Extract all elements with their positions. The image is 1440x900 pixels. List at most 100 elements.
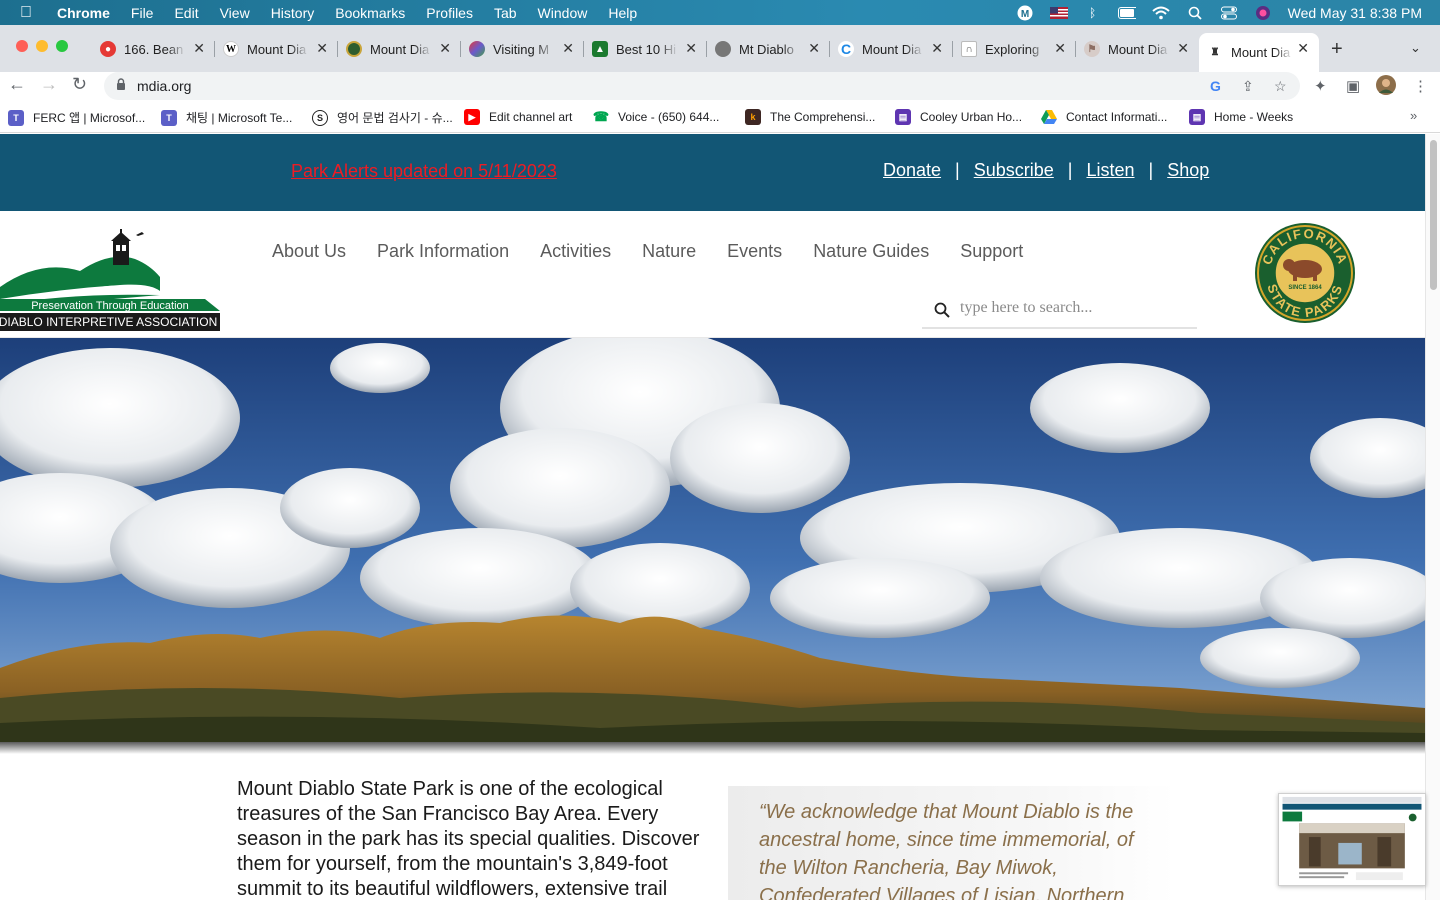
- close-icon[interactable]: ✕: [808, 40, 820, 57]
- bookmark-star-icon[interactable]: ☆: [1274, 78, 1287, 95]
- bookmark-item[interactable]: k The Comprehensi...: [745, 109, 875, 125]
- back-arrow-icon[interactable]: ←: [8, 74, 26, 95]
- nav-about-us[interactable]: About Us: [272, 241, 346, 262]
- battery-icon[interactable]: [1117, 6, 1136, 20]
- zoom-window-button[interactable]: [56, 40, 68, 52]
- browser-toolbar: ← → ↻ mdia.org G ⇪ ☆ ✦ ▣ ⋮: [0, 72, 1440, 100]
- browser-tab[interactable]: Visiting M ✕: [461, 33, 584, 65]
- search-input[interactable]: [960, 299, 1190, 317]
- bookmark-item[interactable]: ☎ Voice - (650) 644...: [593, 109, 719, 125]
- svg-text:M: M: [1020, 9, 1028, 20]
- bookmark-label: Contact Informati...: [1066, 110, 1168, 124]
- siri-icon[interactable]: [1254, 5, 1272, 20]
- menu-file[interactable]: File: [131, 5, 154, 21]
- nav-park-information[interactable]: Park Information: [377, 241, 509, 262]
- tab-title: Mt Diablo: [739, 41, 794, 57]
- menu-app-name[interactable]: Chrome: [57, 5, 110, 21]
- macos-menu-bar:  Chrome File Edit View History Bookmark…: [0, 0, 1440, 25]
- bookmark-item[interactable]: T FERC 앱 | Microsof...: [8, 109, 145, 126]
- menu-bookmarks[interactable]: Bookmarks: [335, 5, 405, 21]
- nav-events[interactable]: Events: [727, 241, 782, 262]
- profile-avatar[interactable]: [1376, 75, 1396, 99]
- shop-link[interactable]: Shop: [1167, 160, 1209, 181]
- menu-clock[interactable]: Wed May 31 8:38 PM: [1288, 5, 1422, 21]
- bookmark-item[interactable]: ▤ Cooley Urban Ho...: [895, 109, 1022, 125]
- wifi-icon[interactable]: [1151, 6, 1170, 20]
- bookmark-item[interactable]: S 영어 문법 검사기 - 슈...: [312, 109, 453, 126]
- donate-link[interactable]: Donate: [883, 160, 941, 181]
- seal-since-text: SINCE 1864: [1288, 285, 1322, 291]
- close-icon[interactable]: ✕: [316, 40, 328, 57]
- screenshot-thumbnail-preview[interactable]: [1278, 793, 1426, 886]
- tab-search-chevron-icon[interactable]: ⌄: [1410, 40, 1421, 56]
- spotlight-search-icon[interactable]: [1186, 6, 1204, 20]
- close-icon[interactable]: ✕: [931, 40, 943, 57]
- landscape-icon: ∩: [961, 41, 977, 57]
- menu-edit[interactable]: Edit: [174, 5, 198, 21]
- nav-nature-guides[interactable]: Nature Guides: [813, 241, 929, 262]
- bookmark-item[interactable]: T 채팅 | Microsoft Te...: [161, 109, 292, 126]
- apple-icon[interactable]: : [20, 4, 40, 22]
- menu-view[interactable]: View: [220, 5, 250, 21]
- mountain-icon: [469, 41, 485, 57]
- scrollbar-thumb[interactable]: [1430, 140, 1437, 290]
- menu-history[interactable]: History: [271, 5, 315, 21]
- tab-title: Visiting M: [493, 41, 550, 57]
- close-icon[interactable]: ✕: [685, 40, 697, 57]
- listen-link[interactable]: Listen: [1086, 160, 1134, 181]
- browser-tab[interactable]: ▲ Best 10 Hi ✕: [584, 33, 707, 65]
- more-bookmarks-chevron-icon[interactable]: »: [1410, 108, 1417, 123]
- browser-tab[interactable]: Mt Diablo ✕: [707, 33, 830, 65]
- close-icon[interactable]: ✕: [562, 40, 574, 57]
- side-panel-icon[interactable]: ▣: [1346, 77, 1360, 95]
- chrome-menu-icon[interactable]: ⋮: [1413, 77, 1428, 95]
- malwarebytes-icon[interactable]: M: [1016, 5, 1034, 20]
- address-bar[interactable]: mdia.org G ⇪ ☆: [104, 72, 1300, 100]
- extensions-puzzle-icon[interactable]: ✦: [1314, 77, 1327, 95]
- california-state-parks-seal[interactable]: CALIFORNIA STATE PARKS SINCE 1864: [1253, 221, 1357, 325]
- subscribe-link[interactable]: Subscribe: [974, 160, 1054, 181]
- browser-tab[interactable]: ∩ Exploring ✕: [953, 33, 1076, 65]
- bookmark-label: Edit channel art: [489, 110, 573, 124]
- share-icon[interactable]: ⇪: [1242, 78, 1254, 95]
- browser-tab[interactable]: ⚑ Mount Dia ✕: [1076, 33, 1199, 65]
- close-icon[interactable]: ✕: [1297, 40, 1309, 57]
- new-tab-button[interactable]: +: [1331, 38, 1343, 61]
- nav-support[interactable]: Support: [960, 241, 1023, 262]
- nav-nature[interactable]: Nature: [642, 241, 696, 262]
- close-icon[interactable]: ✕: [193, 40, 205, 57]
- close-icon[interactable]: ✕: [1177, 40, 1189, 57]
- menu-tab[interactable]: Tab: [494, 5, 517, 21]
- browser-tab-active[interactable]: ♜ Mount Dia ✕: [1199, 33, 1319, 72]
- browser-tab[interactable]: ● 166. Bean ✕: [92, 33, 215, 65]
- mdia-logo[interactable]: Preservation Through Education DIABLO IN…: [0, 229, 220, 333]
- page-scrollbar[interactable]: [1425, 134, 1440, 900]
- bluetooth-icon[interactable]: ᛒ: [1084, 6, 1102, 20]
- bookmark-item[interactable]: ▶ Edit channel art: [464, 109, 572, 125]
- google-lens-icon[interactable]: G: [1210, 78, 1221, 94]
- minimize-window-button[interactable]: [36, 40, 48, 52]
- search-icon[interactable]: [934, 302, 950, 318]
- browser-tab[interactable]: Mount Dia ✕: [338, 33, 461, 65]
- us-flag-icon[interactable]: [1049, 6, 1068, 20]
- url-text[interactable]: mdia.org: [137, 78, 191, 94]
- park-alerts-link[interactable]: Park Alerts updated on 5/11/2023: [291, 161, 557, 182]
- close-window-button[interactable]: [16, 40, 28, 52]
- close-icon[interactable]: ✕: [1054, 40, 1066, 57]
- reload-icon[interactable]: ↻: [72, 74, 87, 95]
- browser-tab[interactable]: C Mount Dia ✕: [830, 33, 953, 65]
- bookmark-label: Voice - (650) 644...: [618, 110, 720, 124]
- forward-arrow-icon[interactable]: →: [40, 74, 58, 95]
- browser-tab[interactable]: W Mount Dia ✕: [215, 33, 338, 65]
- lock-icon[interactable]: [116, 78, 126, 90]
- menu-help[interactable]: Help: [608, 5, 637, 21]
- control-center-icon[interactable]: [1220, 6, 1238, 20]
- youtube-icon: ▶: [464, 109, 480, 125]
- bookmark-item[interactable]: ▤ Home - Weeks: [1189, 109, 1293, 125]
- bookmark-item[interactable]: Contact Informati...: [1041, 109, 1167, 125]
- menu-profiles[interactable]: Profiles: [426, 5, 473, 21]
- nav-activities[interactable]: Activities: [540, 241, 611, 262]
- tab-title: Mount Dia: [370, 41, 430, 57]
- close-icon[interactable]: ✕: [439, 40, 451, 57]
- menu-window[interactable]: Window: [538, 5, 588, 21]
